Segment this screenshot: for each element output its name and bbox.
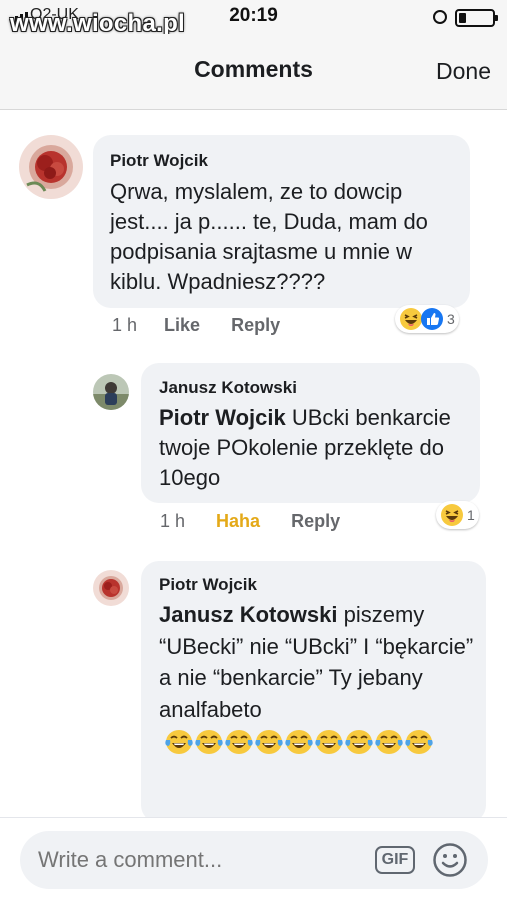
comment-composer: GIF — [20, 831, 488, 889]
comment-bubble: Piotr Wojcik Janusz Kotowski piszemy “UB… — [141, 561, 486, 817]
tears-of-joy-emoji — [285, 730, 313, 755]
avatar[interactable] — [93, 570, 129, 606]
haha-button[interactable]: Haha — [216, 511, 260, 532]
gif-button[interactable]: GIF — [375, 846, 415, 874]
tears-of-joy-emoji — [375, 730, 403, 755]
comment-actions: 1 h Haha Reply — [160, 511, 340, 532]
tears-of-joy-emoji — [345, 730, 373, 755]
comment-author[interactable]: Janusz Kotowski — [159, 378, 297, 398]
reactions-summary[interactable]: 1 — [436, 501, 479, 529]
comment-actions: 1 h Like Reply — [112, 315, 280, 336]
composer-bar: GIF — [0, 817, 507, 900]
tears-of-joy-emoji — [315, 730, 343, 755]
mention-link[interactable]: Piotr Wojcik — [159, 405, 286, 430]
comment-text: Piotr Wojcik UBcki benkarcie twoje POkol… — [159, 403, 469, 493]
reaction-count: 1 — [467, 507, 475, 523]
comment-author[interactable]: Piotr Wojcik — [110, 151, 208, 171]
tears-of-joy-emoji — [225, 730, 253, 755]
haha-reaction-icon — [441, 504, 463, 526]
comment-author[interactable]: Piotr Wojcik — [159, 575, 257, 595]
comments-header: Comments Done — [0, 34, 507, 110]
mention-link[interactable]: Janusz Kotowski — [159, 602, 337, 627]
avatar[interactable] — [93, 374, 129, 410]
comment-bubble: Piotr Wojcik Qrwa, myslalem, ze to dowci… — [93, 135, 470, 308]
tears-of-joy-emoji — [165, 730, 193, 755]
tears-of-joy-emoji — [195, 730, 223, 755]
clock: 20:19 — [229, 5, 278, 26]
reply-button[interactable]: Reply — [291, 511, 340, 532]
comment-bubble: Janusz Kotowski Piotr Wojcik UBcki benka… — [141, 363, 480, 503]
alarm-icon — [433, 10, 447, 24]
tears-of-joy-emoji — [255, 730, 283, 755]
like-reaction-icon — [421, 308, 443, 330]
comment-text: Janusz Kotowski piszemy “UBecki” nie “UB… — [159, 599, 475, 757]
comment-text: Qrwa, myslalem, ze to dowcip jest.... ja… — [110, 179, 428, 294]
reaction-count: 3 — [447, 311, 455, 327]
done-button[interactable]: Done — [436, 58, 491, 85]
smiley-icon[interactable] — [432, 842, 468, 878]
comment-input[interactable] — [38, 847, 358, 873]
reply-button[interactable]: Reply — [231, 315, 280, 336]
battery-icon — [455, 9, 498, 27]
like-button[interactable]: Like — [164, 315, 200, 336]
reactions-summary[interactable]: 3 — [395, 305, 459, 333]
avatar[interactable] — [19, 135, 83, 199]
page-title: Comments — [194, 56, 313, 82]
tears-of-joy-emoji — [405, 730, 433, 755]
comment-time: 1 h — [112, 315, 138, 335]
comment-time: 1 h — [160, 511, 186, 531]
status-bar: O2-UK www.wiocha.pl 20:19 — [0, 0, 507, 37]
comments-list[interactable]: Piotr Wojcik Qrwa, myslalem, ze to dowci… — [0, 110, 507, 817]
emoji-group — [165, 728, 433, 756]
